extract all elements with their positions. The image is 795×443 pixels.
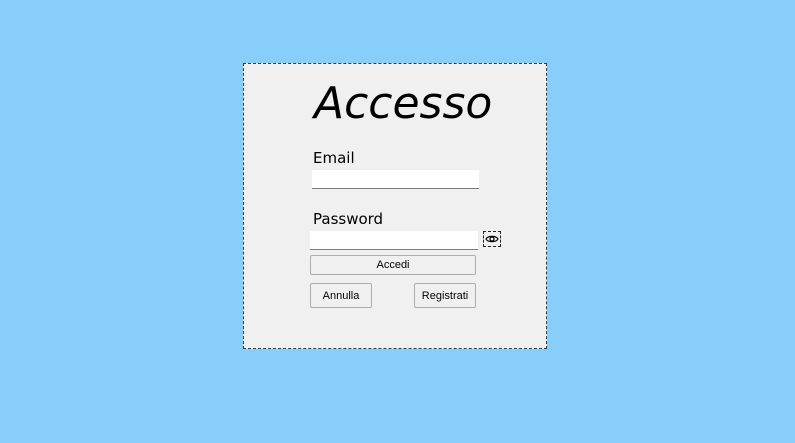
show-password-toggle[interactable]: [483, 231, 501, 247]
cancel-button[interactable]: Annulla: [310, 283, 372, 308]
login-button[interactable]: Accedi: [310, 255, 476, 275]
login-title: Accesso: [314, 78, 493, 129]
eye-icon: [485, 235, 499, 243]
password-label: Password: [313, 210, 384, 228]
register-button[interactable]: Registrati: [414, 283, 476, 308]
email-input[interactable]: [312, 170, 479, 189]
password-input[interactable]: [310, 231, 478, 250]
login-panel: Accesso Email Password Accedi Annulla Re…: [243, 63, 547, 349]
email-label: Email: [313, 149, 355, 167]
